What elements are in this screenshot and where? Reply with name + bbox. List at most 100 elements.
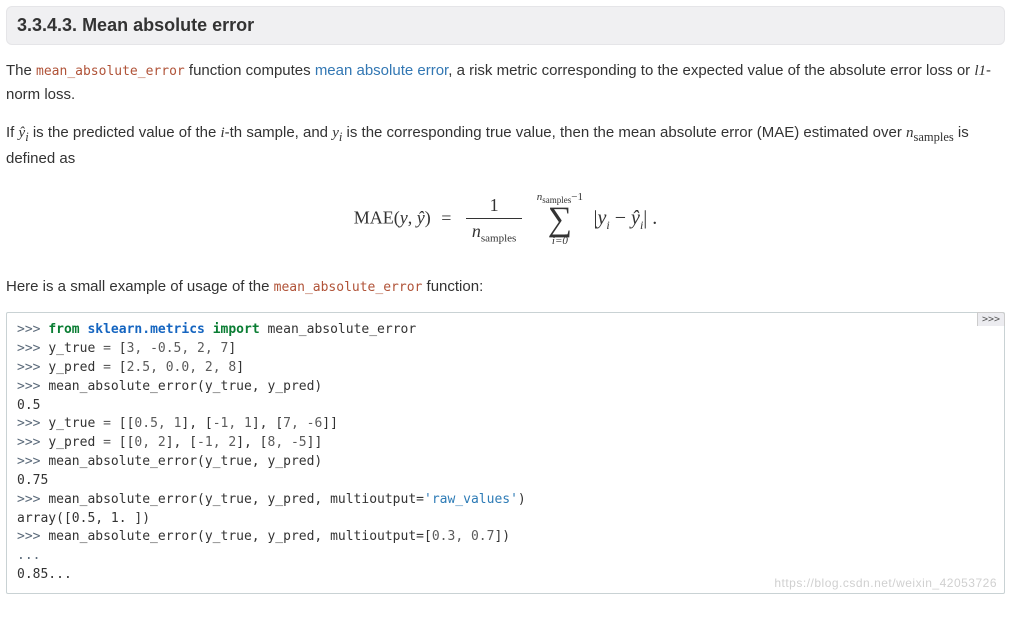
code-token: sklearn.metrics [87,322,204,337]
mae-equation: MAE(y, ŷ) = 1 nsamples nsamples−1 ∑ i=0 … [6,192,1005,247]
eq-arg-yhat: ŷ [417,208,425,228]
code-token: ] [228,341,236,356]
code-token: y_true [48,416,103,431]
fn-literal-mae: mean_absolute_error [36,64,185,79]
example-intro-1: Here is a small example of usage of the [6,278,274,295]
code-token: -1 [197,435,213,450]
code-token: -5 [291,435,307,450]
code-token: >>> [17,416,48,431]
def-3: -th sample, and [225,124,333,141]
code-token: 0.5 [134,416,157,431]
code-token: >>> [17,341,48,356]
code-token: mean_absolute_error(y_true, y_pred) [48,379,322,394]
code-token: -6 [307,416,323,431]
intro-text-3: , a risk metric corresponding to the exp… [448,62,974,79]
code-token: , [213,360,229,375]
code-token: 0.7 [471,529,494,544]
code-token: ]] [307,435,323,450]
intro-paragraph: The mean_absolute_error function compute… [6,59,1005,107]
code-token: 0.5 [17,398,40,413]
definition-paragraph: If ŷi is the predicted value of the i-th… [6,121,1005,171]
code-token: = [103,435,111,450]
code-token: >>> [17,529,48,544]
code-token: , [150,360,166,375]
code-token: [[ [111,416,134,431]
code-token: >>> [17,322,48,337]
example-intro-paragraph: Here is a small example of usage of the … [6,275,1005,298]
code-token: [ [111,360,127,375]
fn-literal-mae-2: mean_absolute_error [274,280,423,295]
code-token: , [455,529,471,544]
code-token: = [103,341,111,356]
code-token: 0.0 [166,360,189,375]
code-toggle-button[interactable]: >>> [977,312,1005,326]
code-token: mean_absolute_error(y_true, y_pred, mult… [48,492,424,507]
eq-sum-lower: i=0 [537,236,583,247]
code-token: , [134,341,150,356]
code-token: ) [518,492,526,507]
code-token: 0.3 [432,529,455,544]
eq-equals: = [441,208,451,228]
code-token: = [103,416,111,431]
section-number: 3.3.4.3. [17,15,77,35]
code-token: 2 [228,435,236,450]
code-token: ]] [322,416,338,431]
code-token: , [213,435,229,450]
code-block: >>> from sklearn.metrics import mean_abs… [6,312,1005,594]
code-token: y_pred [48,435,103,450]
code-token: mean_absolute_error(y_true, y_pred, mult… [48,529,432,544]
code-token: array([0.5, 1. ]) [17,511,150,526]
code-token: ... [17,548,48,563]
code-token: = [103,360,111,375]
eq-fraction: 1 nsamples [466,195,522,245]
def-1: If [6,124,19,141]
sigma-icon: ∑ [537,205,583,236]
code-token: , [228,416,244,431]
code-token: ], [ [236,435,267,450]
code-token: 'raw_values' [424,492,518,507]
n-samples-symbol: nsamples [906,125,954,141]
eq-fn-name: MAE [354,208,394,228]
code-token: ]) [494,529,510,544]
code-block-wrap: >>> >>> from sklearn.metrics import mean… [6,312,1005,594]
code-token: ], [ [252,416,283,431]
eq-summation: nsamples−1 ∑ i=0 [537,192,583,247]
y-i-symbol: yi [332,125,342,141]
code-token: y_true [48,341,103,356]
code-token: import [213,322,260,337]
code-token: >>> [17,454,48,469]
code-token: y_pred [48,360,103,375]
code-token: from [48,322,79,337]
code-token: >>> [17,435,48,450]
eq-frac-den: nsamples [466,219,522,245]
code-token: 2.5 [127,360,150,375]
code-token: 7 [283,416,291,431]
mae-external-link[interactable]: mean absolute error [315,62,448,79]
section-heading: 3.3.4.3. Mean absolute error [6,6,1005,45]
code-token: 1 [244,416,252,431]
def-4: is the corresponding true value, then th… [342,124,906,141]
section-title: Mean absolute error [82,15,254,35]
eq-abs-term: |yi − ŷi| . [594,207,658,229]
code-token: , [205,341,221,356]
code-token: 0.85... [17,567,72,582]
code-token: , [275,435,291,450]
code-token: >>> [17,492,48,507]
def-2: is the predicted value of the [33,124,221,141]
code-token: [[ [111,435,134,450]
code-token: 0.75 [17,473,48,488]
intro-text-2: function computes [189,62,315,79]
intro-text-1: The [6,62,36,79]
code-token: 2 [197,341,205,356]
code-token: , [189,360,205,375]
code-token: ], [ [166,435,197,450]
l1-math: l1 [974,63,986,79]
code-token: mean_absolute_error [267,322,416,337]
code-token: , [158,416,174,431]
code-token: -1 [213,416,229,431]
code-token: , [142,435,158,450]
code-token: 2 [205,360,213,375]
code-token: >>> [17,360,48,375]
eq-arg-y: y [400,208,408,228]
code-token: [ [111,341,127,356]
